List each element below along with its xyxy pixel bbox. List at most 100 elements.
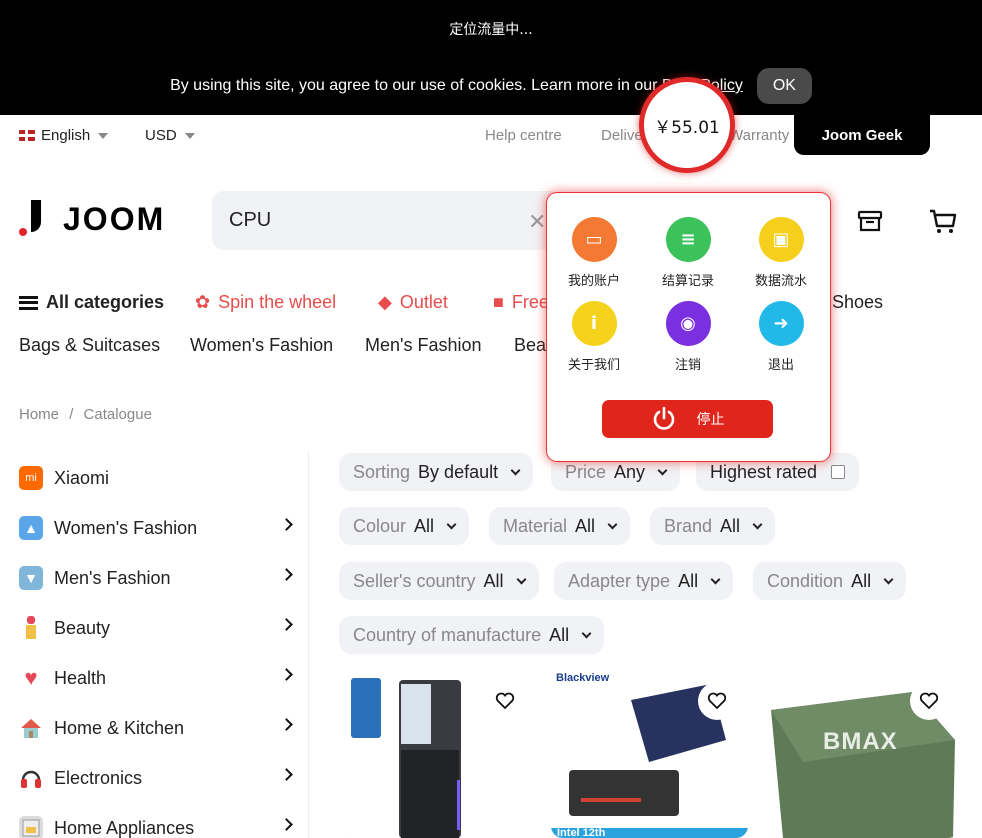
sidebar-item-home-appliances[interactable]: Home Appliances <box>19 813 301 838</box>
product-card[interactable]: BMAX <box>763 670 960 838</box>
seller-country-filter[interactable]: Seller's country All <box>339 562 539 600</box>
heart-icon <box>919 692 939 710</box>
filter-value: All <box>549 624 570 645</box>
condition-filter[interactable]: Condition All <box>753 562 907 600</box>
filter-label: Colour <box>353 515 407 536</box>
sidebar-item-label: Home Appliances <box>54 817 195 838</box>
balance-value: ￥55.01 <box>654 117 720 138</box>
product-caption: Intel 12th <box>557 827 606 838</box>
menu-item-logout[interactable]: ◉ 注销 <box>648 301 728 373</box>
favorite-button[interactable] <box>910 682 948 720</box>
chevron-down-icon <box>607 519 618 529</box>
dress-icon: ▲ <box>19 516 43 540</box>
wallet-icon: ▭ <box>571 217 617 262</box>
menu-item-label: 退出 <box>767 358 794 373</box>
favorite-button[interactable] <box>486 682 524 720</box>
sidebar-item-label: Women's Fashion <box>54 517 198 538</box>
checkbox[interactable] <box>831 465 846 479</box>
sidebar-item-womens-fashion[interactable]: ▲ Women's Fashion <box>19 513 301 543</box>
chevron-down-icon <box>657 465 668 475</box>
sidebar-item-electronics[interactable]: Electronics <box>19 763 301 793</box>
product-brand: Blackview <box>556 672 610 684</box>
spin-wheel-link[interactable]: ✿ Spin the wheel <box>195 292 336 313</box>
cookie-ok-button[interactable]: OK <box>756 68 812 104</box>
favorite-button[interactable] <box>698 682 736 720</box>
product-card[interactable] <box>339 670 536 838</box>
chevron-down-icon <box>581 628 592 638</box>
adapter-type-filter[interactable]: Adapter type All <box>554 562 734 600</box>
sidebar-item-home-kitchen[interactable]: Home & Kitchen <box>19 713 301 743</box>
wheel-icon: ✿ <box>195 292 211 312</box>
info-icon: i <box>571 301 617 346</box>
status-text: 定位流量中... <box>449 21 533 38</box>
product-card[interactable]: Blackview Intel 12th <box>551 670 748 838</box>
heart-pulse-icon: ♥ <box>24 665 38 690</box>
outlet-label: Outlet <box>399 292 448 312</box>
heart-icon <box>495 692 515 710</box>
menu-item-label: 注销 <box>674 358 701 373</box>
cart-icon[interactable] <box>928 206 958 236</box>
exit-icon: ➜ <box>758 301 804 346</box>
menu-item-data-flow[interactable]: ▣ 数据流水 <box>741 217 821 289</box>
clipboard-icon: ≡ <box>665 217 711 262</box>
balance-badge[interactable]: ￥55.01 <box>639 77 735 173</box>
data-card-icon: ▣ <box>758 217 804 262</box>
all-categories-button[interactable]: All categories <box>19 292 164 313</box>
shoes-link[interactable]: Shoes <box>832 292 883 313</box>
country-of-manufacture-filter[interactable]: Country of manufacture All <box>339 616 605 654</box>
search-value: CPU <box>229 209 272 231</box>
chevron-down-icon <box>184 132 195 139</box>
chevron-right-icon <box>280 668 293 681</box>
help-centre-link[interactable]: Help centre <box>485 127 562 144</box>
breadcrumb-home[interactable]: Home <box>19 406 59 423</box>
chevron-down-icon <box>446 519 457 529</box>
currency-label: USD <box>145 127 177 144</box>
power-icon <box>653 406 674 430</box>
sidebar-item-beauty[interactable]: Beauty <box>19 613 301 643</box>
warranty-link[interactable]: Warranty <box>729 127 789 144</box>
filter-value: All <box>851 570 872 591</box>
filter-label: Price <box>565 461 607 482</box>
filter-label: Seller's country <box>353 570 476 591</box>
menu-item-about[interactable]: i 关于我们 <box>554 301 634 373</box>
colour-filter[interactable]: Colour All <box>339 507 470 545</box>
currency-selector[interactable]: USD <box>145 127 195 144</box>
sidebar-item-xiaomi[interactable]: mi Xiaomi <box>19 463 301 493</box>
language-selector[interactable]: English <box>19 127 109 144</box>
nav-item-bags[interactable]: Bags & Suitcases <box>19 335 160 356</box>
sidebar-item-mens-fashion[interactable]: ▼ Men's Fashion <box>19 563 301 593</box>
menu-item-account[interactable]: ▭ 我的账户 <box>554 217 634 289</box>
menu-item-settlement[interactable]: ≡ 结算记录 <box>648 217 728 289</box>
nav-item-womens[interactable]: Women's Fashion <box>190 335 333 356</box>
shirt-icon: ▼ <box>19 566 43 590</box>
free-link[interactable]: ■ Free <box>493 292 549 313</box>
chevron-right-icon <box>280 518 293 531</box>
cookie-bar: By using this site, you agree to our use… <box>0 57 982 115</box>
brand-filter[interactable]: Brand All <box>650 507 776 545</box>
filter-label: Material <box>503 515 568 536</box>
logo[interactable]: JOOM <box>19 200 165 238</box>
sidebar-item-label: Xiaomi <box>54 467 110 488</box>
chevron-right-icon <box>280 768 293 781</box>
menu-item-exit[interactable]: ➜ 退出 <box>741 301 821 373</box>
clear-icon[interactable]: ✕ <box>528 209 546 235</box>
uk-flag-icon <box>19 130 35 141</box>
material-filter[interactable]: Material All <box>489 507 631 545</box>
all-categories-label: All categories <box>46 292 165 312</box>
logo-text: JOOM <box>63 200 166 237</box>
filter-label: Adapter type <box>568 570 671 591</box>
stop-button[interactable]: 停止 <box>602 400 773 438</box>
nav-item-mens[interactable]: Men's Fashion <box>365 335 482 356</box>
filter-value: All <box>575 515 596 536</box>
heart-icon <box>707 692 727 710</box>
search-input[interactable]: CPU ✕ <box>212 191 562 250</box>
gift-icon: ■ <box>493 292 504 312</box>
outlet-link[interactable]: ◆ Outlet <box>378 292 448 313</box>
sidebar-item-health[interactable]: ♥ Health <box>19 663 301 693</box>
sorting-filter[interactable]: Sorting By default <box>339 453 534 491</box>
sidebar-item-label: Beauty <box>54 617 111 638</box>
stop-label: 停止 <box>696 412 725 428</box>
filter-value: By default <box>418 461 499 482</box>
orders-box-icon[interactable] <box>855 206 885 236</box>
joom-geek-button[interactable]: Joom Geek <box>794 115 930 155</box>
